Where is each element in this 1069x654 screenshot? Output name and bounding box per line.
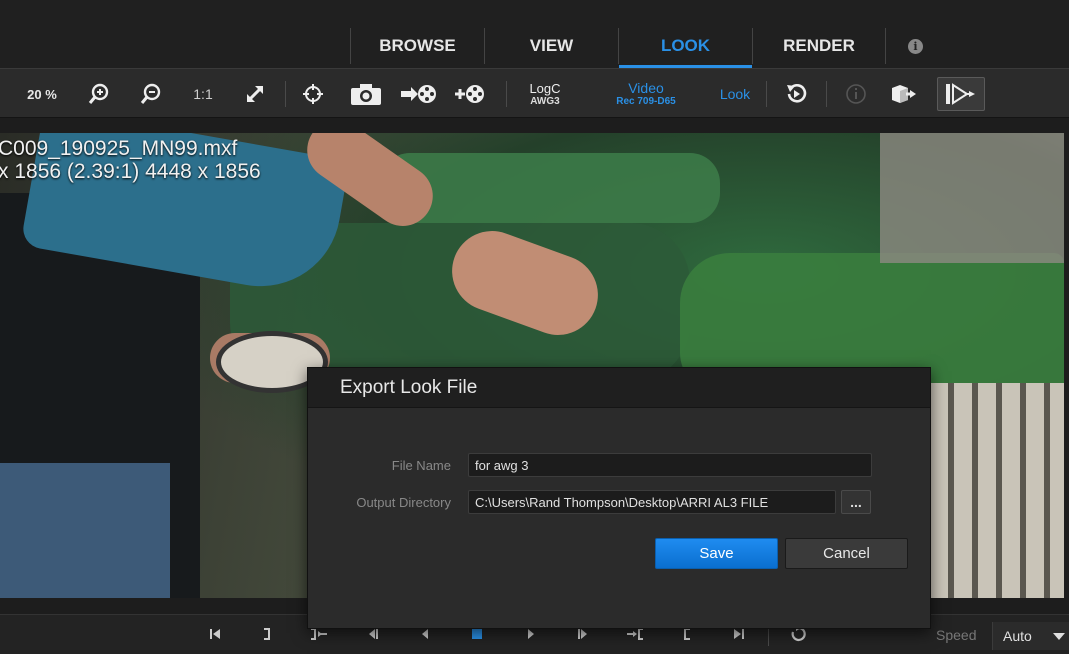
reset-look-icon[interactable] bbox=[780, 69, 812, 119]
input-colorspace[interactable]: LogC AWG3 bbox=[518, 69, 572, 119]
dialog-title: Export Look File bbox=[308, 368, 930, 408]
info-icon[interactable]: i bbox=[908, 39, 923, 54]
input-colorspace-sub: AWG3 bbox=[530, 95, 560, 107]
mark-out-icon[interactable] bbox=[256, 614, 278, 654]
clip-file-name: C009_190925_MN99.mxf bbox=[0, 137, 238, 160]
top-navigation-bar: BROWSE VIEW LOOK RENDER i bbox=[0, 0, 1069, 68]
info-disabled-icon bbox=[840, 69, 872, 119]
speed-label: Speed bbox=[936, 627, 977, 643]
go-to-start-icon[interactable] bbox=[204, 614, 226, 654]
cancel-button[interactable]: Cancel bbox=[785, 538, 908, 569]
export-look-button[interactable] bbox=[937, 77, 985, 111]
file-name-label: File Name bbox=[391, 458, 451, 473]
output-colorspace-sub: Rec 709-D65 bbox=[616, 96, 676, 107]
tab-browse[interactable]: BROWSE bbox=[350, 28, 484, 64]
tab-view[interactable]: VIEW bbox=[484, 28, 618, 64]
speed-value: Auto bbox=[1003, 628, 1032, 644]
person-jeans bbox=[0, 463, 170, 598]
tab-look[interactable]: LOOK bbox=[618, 28, 752, 68]
camera-snapshot-icon[interactable] bbox=[348, 69, 384, 119]
radiator-grille bbox=[930, 383, 1064, 598]
toolbar-divider bbox=[766, 81, 767, 107]
input-colorspace-main: LogC bbox=[529, 80, 561, 96]
clip-resolution: x 1856 (2.39:1) 4448 x 1856 bbox=[0, 160, 261, 184]
output-colorspace[interactable]: Video Rec 709-D65 bbox=[606, 69, 686, 119]
tab-render[interactable]: RENDER bbox=[752, 28, 886, 64]
toolbar-divider bbox=[506, 81, 507, 107]
zoom-level: 20 % bbox=[27, 86, 57, 102]
file-name-input[interactable]: for awg 3 bbox=[468, 453, 872, 477]
browse-directory-button[interactable]: ... bbox=[841, 490, 871, 514]
zoom-in-icon[interactable] bbox=[84, 69, 114, 119]
tab-strip: BROWSE VIEW LOOK RENDER bbox=[350, 28, 886, 68]
speed-select[interactable]: Auto bbox=[992, 622, 1069, 650]
toolbar-divider bbox=[285, 81, 286, 107]
viewer-toolbar: 20 % 1:1 LogC AWG3 Video Rec 709-D65 Loo… bbox=[0, 68, 1069, 118]
output-directory-label: Output Directory bbox=[356, 495, 451, 510]
actual-size-button[interactable]: 1:1 bbox=[188, 69, 218, 119]
zoom-out-icon[interactable] bbox=[136, 69, 166, 119]
crosshair-icon[interactable] bbox=[298, 69, 328, 119]
toolbar-divider bbox=[826, 81, 827, 107]
output-directory-input[interactable]: C:\Users\Rand Thompson\Desktop\ARRI AL3 … bbox=[468, 490, 836, 514]
clip-info-overlay: C009_190925_MN99.mxf x 1856 (2.39:1) 444… bbox=[0, 137, 261, 183]
export-package-icon[interactable] bbox=[888, 69, 922, 119]
import-reel-icon[interactable] bbox=[398, 69, 438, 119]
chevron-down-icon bbox=[1053, 633, 1065, 640]
fit-expand-icon[interactable] bbox=[240, 69, 270, 119]
export-look-dialog: Export Look File File Name for awg 3 Out… bbox=[307, 367, 931, 629]
look-toggle[interactable]: Look bbox=[714, 69, 756, 119]
add-reel-icon[interactable] bbox=[452, 69, 488, 119]
wall-background bbox=[880, 133, 1064, 263]
save-button[interactable]: Save bbox=[655, 538, 778, 569]
output-colorspace-main: Video bbox=[628, 80, 664, 96]
